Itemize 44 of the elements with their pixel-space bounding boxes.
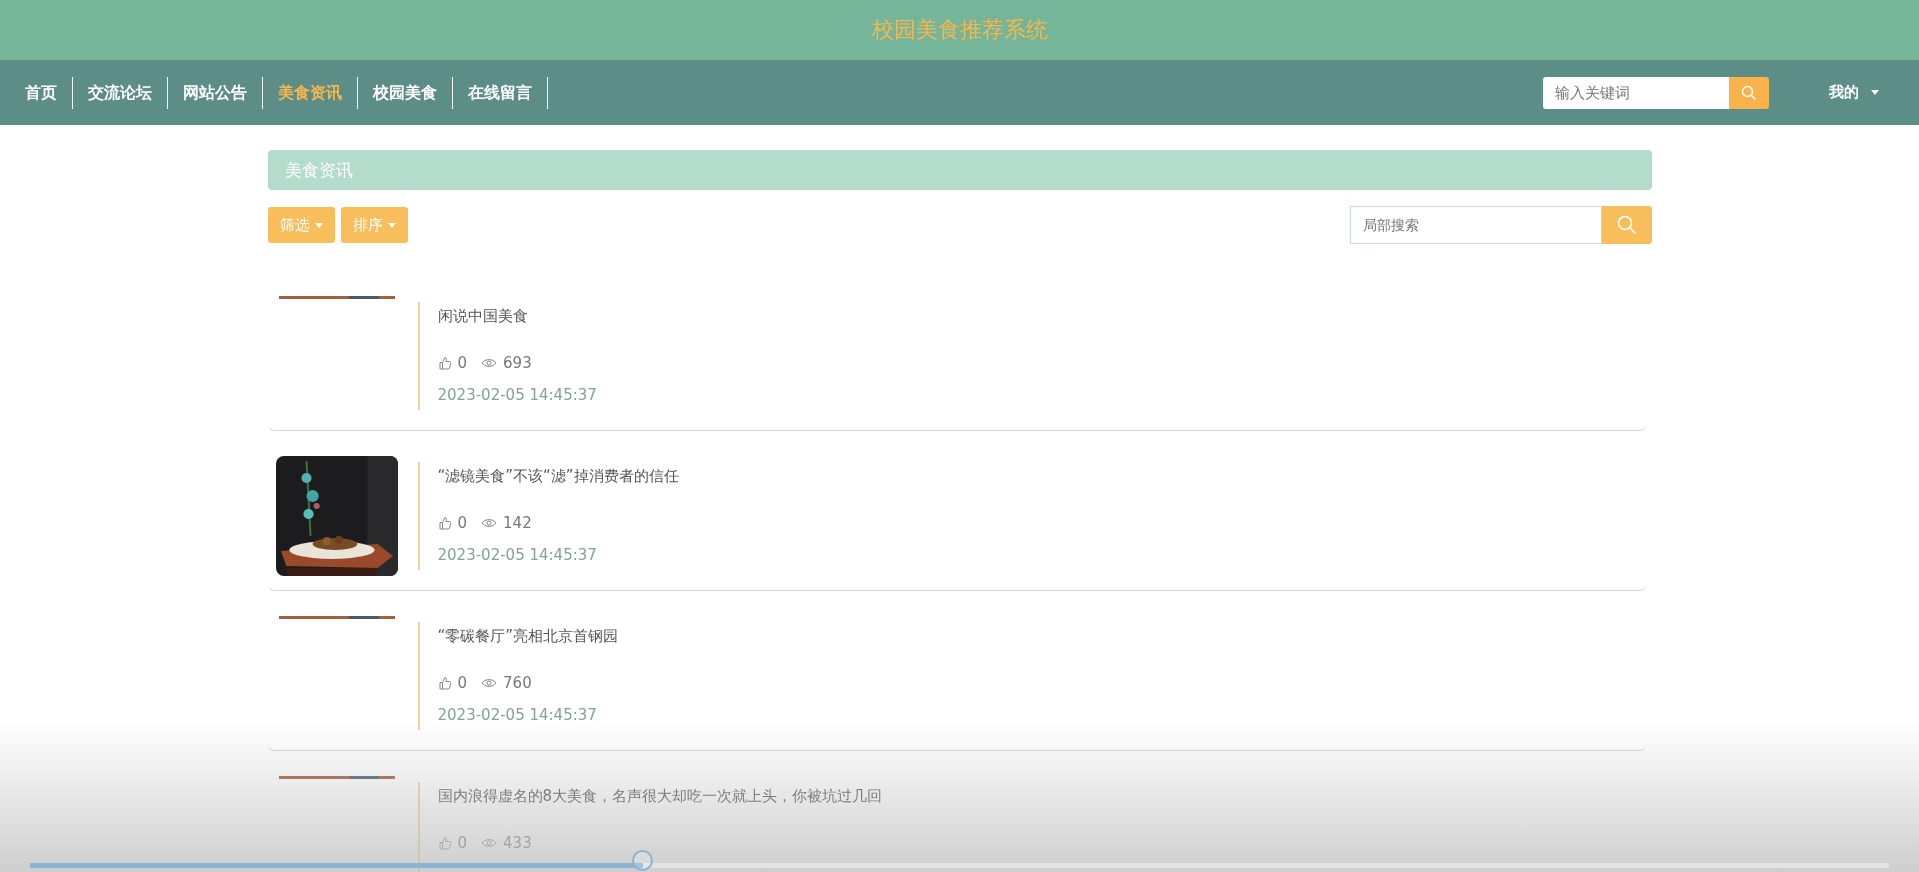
article-date: 2023-02-05 14:45:37: [437, 706, 598, 724]
article-date: 2023-02-05 14:45:37: [437, 386, 597, 404]
article-title[interactable]: “零碳餐厅”亮相北京首钢园: [437, 626, 619, 646]
search-field[interactable]: 局部搜索: [1349, 206, 1602, 244]
search-button[interactable]: [1729, 76, 1769, 109]
user-menu[interactable]: 我的: [1819, 83, 1889, 102]
like-count: 0: [457, 514, 468, 532]
section-title: 美食资讯: [284, 158, 353, 182]
article-card[interactable]: “零碳餐厅”亮相北京首钢园 0 760 2023-02-05 14:45:37: [267, 614, 1646, 751]
nav-link[interactable]: 校园美食: [358, 76, 453, 109]
nav-link[interactable]: 首页: [10, 76, 73, 109]
search-button[interactable]: [1601, 206, 1652, 244]
article-title[interactable]: 国内浪得虚名的8大美食，名声很大却吃一次就上头，你被坑过几回: [437, 786, 883, 806]
thumbs-up-icon: [437, 516, 452, 530]
nav-link[interactable]: 美食资讯: [263, 76, 358, 109]
eye-icon: [481, 838, 498, 848]
search-icon: [1741, 84, 1757, 101]
search-field[interactable]: 输入关键词: [1543, 76, 1729, 109]
view-count: 760: [503, 674, 532, 692]
article-card[interactable]: “滤镜美食”不该“滤”掉消费者的信任 0 142 2023-02-05 14:45:37: [267, 454, 1646, 591]
article-title[interactable]: 闲说中国美食: [437, 306, 597, 326]
eye-icon: [481, 678, 498, 688]
nav-link[interactable]: 交流论坛: [73, 76, 168, 109]
like-count: 0: [457, 674, 468, 692]
article-title[interactable]: “滤镜美食”不该“滤”掉消费者的信任: [437, 466, 679, 486]
article-date: 2023-02-05 14:45:37: [437, 546, 598, 564]
thumbs-up-icon: [437, 836, 452, 850]
caret-icon: [1871, 90, 1879, 95]
eye-icon: [481, 358, 498, 368]
article-card[interactable]: 闲说中国美食 0 693 2023-02-05 14:45:37: [267, 294, 1646, 431]
view-count: 693: [503, 354, 532, 372]
view-count: 433: [503, 834, 532, 852]
thumbs-up-icon: [437, 356, 452, 370]
caret-icon: [387, 222, 396, 228]
view-count: 142: [503, 514, 532, 532]
like-count: 0: [457, 834, 468, 852]
search-icon: [1616, 215, 1637, 235]
like-count: 0: [457, 354, 468, 372]
site-title: 校园美食推荐系统: [871, 16, 1048, 44]
nav-link[interactable]: 网站公告: [168, 76, 263, 109]
thumbs-up-icon: [437, 676, 452, 690]
caret-icon: [314, 222, 323, 228]
eye-icon: [481, 518, 498, 528]
nav-link[interactable]: 在线留言: [453, 76, 548, 109]
